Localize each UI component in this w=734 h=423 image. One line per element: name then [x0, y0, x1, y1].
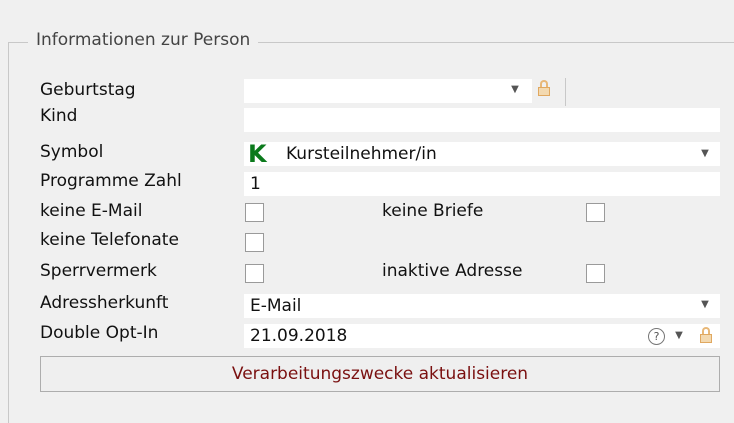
keine-briefe-label: keine Briefe	[382, 201, 484, 221]
keine-telefonate-checkbox[interactable]	[245, 233, 264, 252]
kind-input[interactable]	[244, 108, 720, 132]
adressherkunft-label: Adressherkunft	[40, 293, 169, 313]
separator	[565, 78, 566, 106]
double-opt-in-dropdown-icon[interactable]: ▼	[672, 330, 686, 341]
geburtstag-input[interactable]	[244, 79, 532, 103]
keine-email-checkbox[interactable]	[245, 203, 264, 222]
sperrvermerk-checkbox[interactable]	[245, 264, 264, 283]
inaktive-adresse-label: inaktive Adresse	[382, 261, 523, 281]
programme-zahl-label: Programme Zahl	[40, 171, 182, 191]
keine-briefe-checkbox[interactable]	[586, 203, 605, 222]
symbol-dropdown-icon[interactable]: ▼	[698, 148, 712, 159]
symbol-k-icon: K	[248, 140, 267, 168]
geburtstag-lock-icon[interactable]	[538, 80, 550, 96]
kind-label: Kind	[40, 106, 78, 126]
verarbeitungszwecke-aktualisieren-button[interactable]: Verarbeitungszwecke aktualisieren	[40, 356, 720, 392]
sperrvermerk-label: Sperrvermerk	[40, 261, 157, 281]
symbol-label: Symbol	[40, 142, 104, 162]
symbol-select[interactable]: Kursteilnehmer/in	[244, 142, 720, 166]
double-opt-in-lock-icon[interactable]	[700, 327, 712, 343]
adressherkunft-select[interactable]: E-Mail	[244, 294, 720, 318]
group-title: Informationen zur Person	[28, 30, 259, 50]
keine-email-label: keine E-Mail	[40, 201, 143, 221]
keine-telefonate-label: keine Telefonate	[40, 230, 179, 250]
double-opt-in-label: Double Opt-In	[40, 323, 159, 343]
programme-zahl-input[interactable]: 1	[244, 172, 720, 196]
geburtstag-dropdown-icon[interactable]: ▼	[508, 84, 522, 95]
geburtstag-label: Geburtstag	[40, 80, 136, 100]
inaktive-adresse-checkbox[interactable]	[586, 264, 605, 283]
help-icon[interactable]: ?	[648, 328, 665, 345]
adressherkunft-dropdown-icon[interactable]: ▼	[698, 299, 712, 310]
